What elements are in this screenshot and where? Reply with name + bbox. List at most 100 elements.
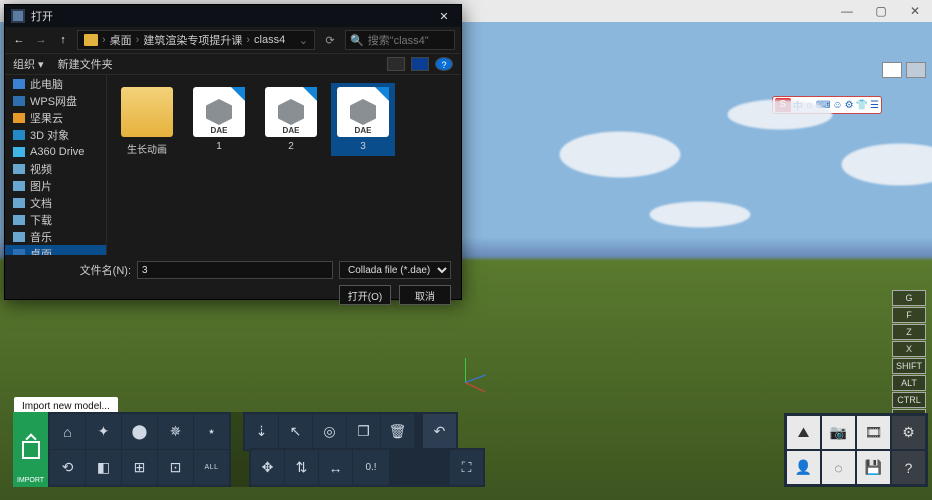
value-readout[interactable]: 0.! <box>353 450 389 485</box>
toolbar-new-folder[interactable]: 新建文件夹 <box>58 56 113 72</box>
file-filter-select[interactable]: Collada file (*.dae) <box>339 261 451 279</box>
ime-item[interactable]: 👕 <box>856 100 868 111</box>
mode-terrain-button[interactable]: ⛰ <box>787 416 820 449</box>
nav-forward-button[interactable]: → <box>33 34 49 46</box>
tree-item[interactable]: 图片 <box>5 177 106 194</box>
move-tool-button[interactable]: ✥ <box>251 450 284 485</box>
tree-item-icon <box>13 249 25 256</box>
key-hint: F <box>892 307 926 323</box>
import-button[interactable]: IMPORT <box>13 412 48 487</box>
dialog-close-button[interactable]: ✕ <box>433 10 455 23</box>
key-hint: ALT <box>892 375 926 391</box>
folder-icon <box>121 87 173 137</box>
mode-movie-button[interactable]: 🎞 <box>857 416 890 449</box>
tree-item-icon <box>13 164 25 174</box>
category-button[interactable]: ⊞ <box>122 450 157 485</box>
breadcrumb-item[interactable]: 桌面 <box>110 32 132 48</box>
breadcrumb[interactable]: › 桌面 › 建筑渲染专项提升课 › class4 ⌄ <box>77 30 315 50</box>
category-button[interactable]: ⌂ <box>50 414 85 449</box>
dialog-help-button[interactable]: ? <box>435 57 453 71</box>
tree-item-label: A360 Drive <box>30 146 84 158</box>
category-button[interactable]: ⟲ <box>50 450 85 485</box>
camera-icon[interactable] <box>882 62 902 78</box>
import-icon <box>22 441 40 459</box>
save-button[interactable]: 💾 <box>857 451 890 484</box>
file-item[interactable]: DAE3 <box>331 83 395 156</box>
breadcrumb-dropdown-icon[interactable]: ⌄ <box>299 34 308 47</box>
toolbar-organize[interactable]: 组织 ▾ <box>13 56 44 72</box>
horizontal-tool-button[interactable]: ↔ <box>319 450 352 485</box>
tool-button[interactable]: 🗑 <box>381 414 414 449</box>
breadcrumb-item[interactable]: class4 <box>254 34 285 46</box>
expand-tool-button[interactable]: ⛶ <box>450 450 483 485</box>
ime-item[interactable]: ☼ <box>805 100 814 111</box>
file-label: 生长动画 <box>117 141 177 156</box>
refresh-button[interactable]: ⟳ <box>321 34 339 47</box>
key-hints: G F Z X SHIFT ALT CTRL O <box>892 290 926 425</box>
file-item[interactable]: 生长动画 <box>115 83 179 160</box>
cancel-button[interactable]: 取消 <box>399 285 451 305</box>
open-button[interactable]: 打开(O) <box>339 285 391 305</box>
tool-button[interactable]: ❐ <box>347 414 380 449</box>
filename-input[interactable] <box>137 261 333 279</box>
tree-item[interactable]: 此电脑 <box>5 75 106 92</box>
ime-mode[interactable]: 中 <box>793 98 803 113</box>
tree-item[interactable]: 音乐 <box>5 228 106 245</box>
import-label: IMPORT <box>17 477 44 484</box>
category-button[interactable]: ✦ <box>86 414 121 449</box>
key-hint: X <box>892 341 926 357</box>
tree-item[interactable]: 坚果云 <box>5 109 106 126</box>
minimize-button[interactable]: — <box>830 4 864 18</box>
file-item[interactable]: DAE1 <box>187 83 251 156</box>
file-label: 1 <box>189 141 249 152</box>
category-button[interactable]: ✵ <box>158 414 193 449</box>
tree-item[interactable]: A360 Drive <box>5 143 106 160</box>
dialog-nav: ← → ↑ › 桌面 › 建筑渲染专项提升课 › class4 ⌄ ⟳ 🔍 搜索… <box>5 27 461 53</box>
tree-item[interactable]: 视频 <box>5 160 106 177</box>
ime-item[interactable]: ⌨ <box>816 100 830 111</box>
file-item[interactable]: DAE2 <box>259 83 323 156</box>
category-button[interactable]: ⬤ <box>122 414 157 449</box>
close-button[interactable]: ✕ <box>898 4 932 18</box>
category-button[interactable]: ⋆ <box>194 414 229 449</box>
ime-item[interactable]: ☰ <box>870 100 879 111</box>
mode-photo-button[interactable]: 📷 <box>822 416 855 449</box>
key-hint: G <box>892 290 926 306</box>
tree-item-label: 3D 对象 <box>30 127 69 143</box>
dialog-title: 打开 <box>31 8 53 24</box>
tree-item[interactable]: 桌面 <box>5 245 106 255</box>
folder-tree[interactable]: 此电脑WPS网盘坚果云3D 对象A360 Drive视频图片文档下载音乐桌面OS… <box>5 75 107 255</box>
dae-file-icon: DAE <box>337 87 389 137</box>
tool-undo-button[interactable]: ↶ <box>423 414 456 449</box>
file-list[interactable]: 生长动画DAE1DAE2DAE3 <box>107 75 461 255</box>
tree-item[interactable]: 3D 对象 <box>5 126 106 143</box>
dialog-footer: 文件名(N): Collada file (*.dae) <box>5 255 461 285</box>
maximize-button[interactable]: ▢ <box>864 4 898 18</box>
mode-people-button[interactable]: 👤 <box>787 451 820 484</box>
breadcrumb-item[interactable]: 建筑渲染专项提升课 <box>143 32 242 48</box>
ime-bar[interactable]: S 中 ☼ ⌨ ☺ ⚙ 👕 ☰ <box>772 96 882 114</box>
nav-up-button[interactable]: ↑ <box>55 34 71 46</box>
category-all-button[interactable]: ALL <box>194 450 229 485</box>
help-button[interactable]: ? <box>892 451 925 484</box>
tree-item[interactable]: 文档 <box>5 194 106 211</box>
search-input[interactable]: 🔍 搜索"class4" <box>345 30 455 50</box>
tool-button[interactable]: ◎ <box>313 414 346 449</box>
dae-file-icon: DAE <box>265 87 317 137</box>
category-button[interactable]: ⊡ <box>158 450 193 485</box>
camera-thumbnail[interactable] <box>906 62 926 78</box>
tool-button[interactable]: ↖ <box>279 414 312 449</box>
ime-item[interactable]: ☺ <box>832 100 842 111</box>
tree-item[interactable]: 下载 <box>5 211 106 228</box>
category-button[interactable]: ◧ <box>86 450 121 485</box>
tool-button[interactable]: ⇣ <box>245 414 278 449</box>
mode-panorama-button[interactable]: ◌ <box>822 451 855 484</box>
view-mode-button[interactable] <box>387 57 405 71</box>
nav-back-button[interactable]: ← <box>11 34 27 46</box>
ime-item[interactable]: ⚙ <box>845 100 854 111</box>
vertical-tool-button[interactable]: ⇅ <box>285 450 318 485</box>
tree-item[interactable]: WPS网盘 <box>5 92 106 109</box>
settings-button[interactable]: ⚙ <box>892 416 925 449</box>
tree-item-label: 此电脑 <box>30 76 63 92</box>
preview-pane-button[interactable] <box>411 57 429 71</box>
